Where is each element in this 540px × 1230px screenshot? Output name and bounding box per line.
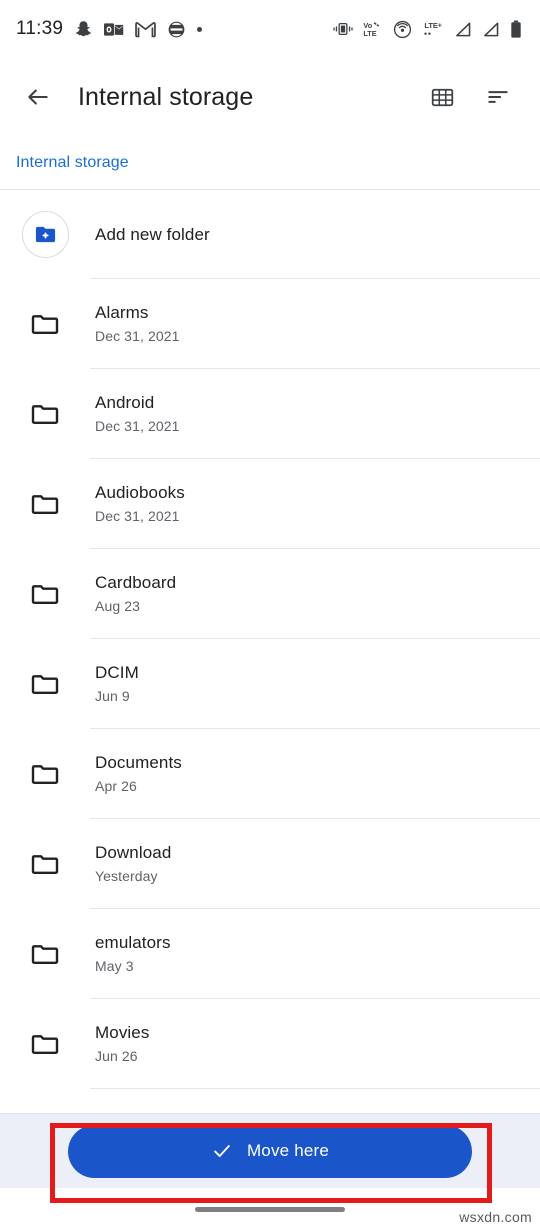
folder-date: Yesterday [95,868,158,884]
row-divider [90,1088,540,1089]
svg-text:LTE: LTE [363,29,376,38]
gmail-icon [135,21,156,37]
folder-icon [31,675,59,694]
folder-date: Dec 31, 2021 [95,508,180,524]
folder-icon [31,1035,59,1054]
add-folder-icon-wrap [20,211,70,258]
table-row[interactable]: Documents Apr 26 [0,729,540,819]
table-row[interactable]: emulators May 3 [0,909,540,999]
folder-name: Alarms [95,303,149,322]
folder-icon [31,315,59,334]
folder-icon-wrap [20,758,70,790]
outlook-icon [104,22,124,36]
table-row[interactable]: Alarms Dec 31, 2021 [0,279,540,369]
folder-icon [31,405,59,424]
navigation-area: wsxdn.com [0,1188,540,1230]
folder-date: Jun 26 [95,1048,138,1064]
folder-icon-wrap [20,308,70,340]
add-folder-text: Add new folder [95,224,210,246]
folder-name: Movies [95,1023,150,1042]
folder-icon-wrap [20,398,70,430]
folder-date: Dec 31, 2021 [95,418,180,434]
folder-name: Audiobooks [95,483,185,502]
row-text: Download Yesterday [95,842,171,886]
bottom-action-bar: Move here [0,1113,540,1188]
list-item-add-new-folder[interactable]: Add new folder [0,190,540,279]
folder-icon [31,585,59,604]
folder-name: DCIM [95,663,139,682]
app-bar: Internal storage [0,58,540,136]
table-row[interactable]: Cardboard Aug 23 [0,549,540,639]
folder-icon-wrap [20,578,70,610]
back-button[interactable] [20,79,56,115]
battery-icon [511,20,521,38]
grid-view-icon [431,88,453,106]
status-bar-left: 11:39 [16,18,203,40]
folder-name: Download [95,843,172,862]
folder-name: emulators [95,933,171,952]
lte-plus-icon: LTE + [424,21,442,35]
table-row[interactable]: Movies Jun 26 [0,999,540,1089]
folder-icon-wrap [20,848,70,880]
grid-view-button[interactable] [422,77,462,117]
vibrate-icon [333,22,353,36]
row-text: Audiobooks Dec 31, 2021 [95,482,185,526]
row-text: emulators May 3 [95,932,171,976]
folder-name: Documents [95,753,182,772]
phone-screen: 11:39 Vo LTE LTE + Internal storage Inte… [0,0,540,1230]
svg-text:+: + [438,22,442,29]
signal-bars-2-icon [484,22,499,36]
table-row[interactable]: Android Dec 31, 2021 [0,369,540,459]
volte-icon: Vo LTE [363,21,380,38]
move-here-button[interactable]: Move here [68,1124,472,1178]
breadcrumb: Internal storage [0,136,540,190]
watermark: wsxdn.com [459,1209,532,1225]
folder-date: Dec 31, 2021 [95,328,180,344]
folder-name: Android [95,393,155,412]
add-folder-circle [21,211,69,258]
check-icon [214,1145,230,1157]
status-bar-clock: 11:39 [16,18,64,39]
folder-icon-wrap [20,938,70,970]
sort-icon [488,91,508,103]
svg-text:LTE: LTE [424,21,438,30]
row-text: Cardboard Aug 23 [95,572,176,616]
folder-icon [31,765,59,784]
folder-icon [31,855,59,874]
row-text: Documents Apr 26 [95,752,182,796]
status-bar-right: Vo LTE LTE + [333,20,522,39]
snapchat-icon [76,20,92,36]
folder-icon-wrap [20,668,70,700]
row-text: Alarms Dec 31, 2021 [95,302,179,346]
folder-date: May 3 [95,958,134,974]
file-list: Add new folder Alarms Dec 31, 2021 Andro… [0,190,540,1113]
app-icon [168,21,185,37]
signal-bars-icon [456,22,471,36]
add-folder-label: Add new folder [95,224,210,244]
arrow-back-icon [28,89,48,105]
table-row[interactable]: DCIM Jun 9 [0,639,540,729]
table-row[interactable]: Audiobooks Dec 31, 2021 [0,459,540,549]
create-new-folder-icon [35,226,55,243]
row-text: Android Dec 31, 2021 [95,392,179,436]
folder-date: Aug 23 [95,598,140,614]
folder-icon-wrap [20,488,70,520]
folder-icon [31,945,59,964]
page-title: Internal storage [78,82,254,111]
sort-button[interactable] [478,77,518,117]
folder-date: Jun 9 [95,688,130,704]
notification-dot-icon [197,26,203,32]
hotspot-icon [393,20,412,38]
status-bar: 11:39 Vo LTE LTE + [0,0,540,58]
folder-icon-wrap [20,1028,70,1060]
breadcrumb-item-internal-storage[interactable]: Internal storage [16,154,129,172]
row-text: Movies Jun 26 [95,1022,149,1066]
folder-name: Cardboard [95,573,177,592]
gesture-nav-pill[interactable] [195,1206,345,1212]
row-text: DCIM Jun 9 [95,662,139,706]
folder-icon [31,495,59,514]
folder-date: Apr 26 [95,778,137,794]
move-here-label: Move here [246,1141,330,1160]
table-row[interactable]: Download Yesterday [0,819,540,909]
